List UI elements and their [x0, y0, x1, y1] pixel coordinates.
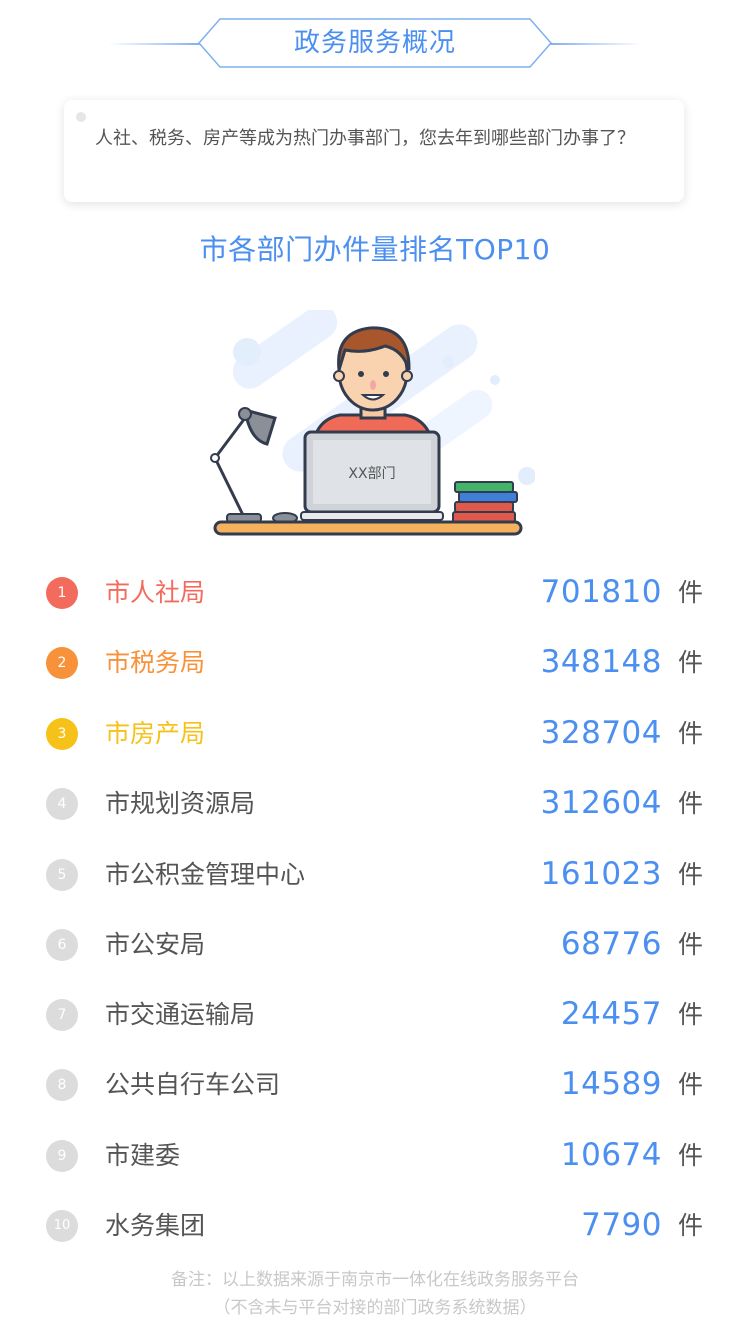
case-count: 10674: [560, 1137, 662, 1173]
bubble-text: 人社、税务、房产等成为热门办事部门，您去年到哪些部门办事了？: [95, 128, 635, 149]
case-count: 312604: [540, 785, 662, 821]
count-unit: 件: [678, 860, 704, 889]
department-name: 市人社局: [105, 578, 206, 607]
department-name: 市公积金管理中心: [105, 860, 306, 889]
ranking-row: 10 水务集团 7790 件: [0, 1191, 750, 1261]
count-unit: 件: [678, 578, 704, 607]
desk-lamp: [210, 407, 277, 523]
ranking-row: 2 市税务局 348148 件: [0, 628, 750, 698]
footnote-line-2: （不含未与平台对接的部门政务系统数据）: [213, 1298, 537, 1318]
rank-badge: 1: [46, 577, 78, 609]
ranking-row: 3 市房产局 328704 件: [0, 699, 750, 769]
rank-badge: 7: [46, 999, 78, 1031]
bubble-tail: [648, 168, 680, 200]
case-count: 7790: [581, 1207, 662, 1243]
department-name: 市房产局: [105, 719, 206, 748]
department-name: 水务集团: [105, 1211, 206, 1240]
header-banner: 政务服务概况: [198, 18, 552, 68]
department-name: 市税务局: [105, 648, 206, 677]
desk: [213, 520, 523, 536]
count-unit: 件: [678, 1000, 704, 1029]
count-unit: 件: [678, 719, 704, 748]
footnote-line-1: 备注：以上数据来源于南京市一体化在线政务服务平台: [171, 1270, 579, 1290]
ranking-row: 5 市公积金管理中心 161023 件: [0, 840, 750, 910]
count-unit: 件: [678, 1070, 704, 1099]
rank-badge: 6: [46, 929, 78, 961]
ranking-row: 8 公共自行车公司 14589 件: [0, 1050, 750, 1120]
ranking-title: 市各部门办件量排名TOP10: [199, 233, 551, 266]
data-source-note: 备注：以上数据来源于南京市一体化在线政务服务平台 （不含未与平台对接的部门政务系…: [0, 1266, 750, 1322]
case-count: 14589: [560, 1066, 662, 1102]
ranking-row: 4 市规划资源局 312604 件: [0, 769, 750, 839]
rank-badge: 4: [46, 788, 78, 820]
department-name: 市规划资源局: [105, 789, 256, 818]
department-name: 公共自行车公司: [105, 1070, 281, 1099]
rank-badge: 8: [46, 1069, 78, 1101]
count-unit: 件: [678, 789, 704, 818]
bubble-dot: [76, 112, 86, 122]
rank-badge: 5: [46, 859, 78, 891]
count-unit: 件: [678, 1211, 704, 1240]
book-stack: [452, 481, 518, 523]
case-count: 68776: [560, 926, 662, 962]
case-count: 161023: [540, 856, 662, 892]
case-count: 328704: [540, 715, 662, 751]
ranking-row: 9 市建委 10674 件: [0, 1121, 750, 1191]
count-unit: 件: [678, 1141, 704, 1170]
ranking-row: 7 市交通运输局 24457 件: [0, 980, 750, 1050]
rank-badge: 2: [46, 647, 78, 679]
rank-badge: 3: [46, 718, 78, 750]
ranking-row: 6 市公安局 68776 件: [0, 910, 750, 980]
banner-line-left: [108, 43, 200, 45]
count-unit: 件: [678, 648, 704, 677]
rank-badge: 9: [46, 1140, 78, 1172]
case-count: 348148: [540, 644, 662, 680]
page-title: 政务服务概况: [293, 28, 456, 58]
department-name: 市公安局: [105, 930, 206, 959]
case-count: 24457: [560, 996, 662, 1032]
count-unit: 件: [678, 930, 704, 959]
office-worker-illustration: XX部门: [210, 310, 535, 536]
department-name: 市交通运输局: [105, 1000, 256, 1029]
ranking-row: 1 市人社局 701810 件: [0, 558, 750, 628]
laptop-screen-label: XX部门: [348, 466, 395, 482]
rank-badge: 10: [46, 1210, 78, 1242]
laptop: XX部门: [300, 430, 444, 521]
banner-line-right: [550, 43, 642, 45]
department-name: 市建委: [105, 1141, 181, 1170]
case-count: 701810: [540, 574, 662, 610]
